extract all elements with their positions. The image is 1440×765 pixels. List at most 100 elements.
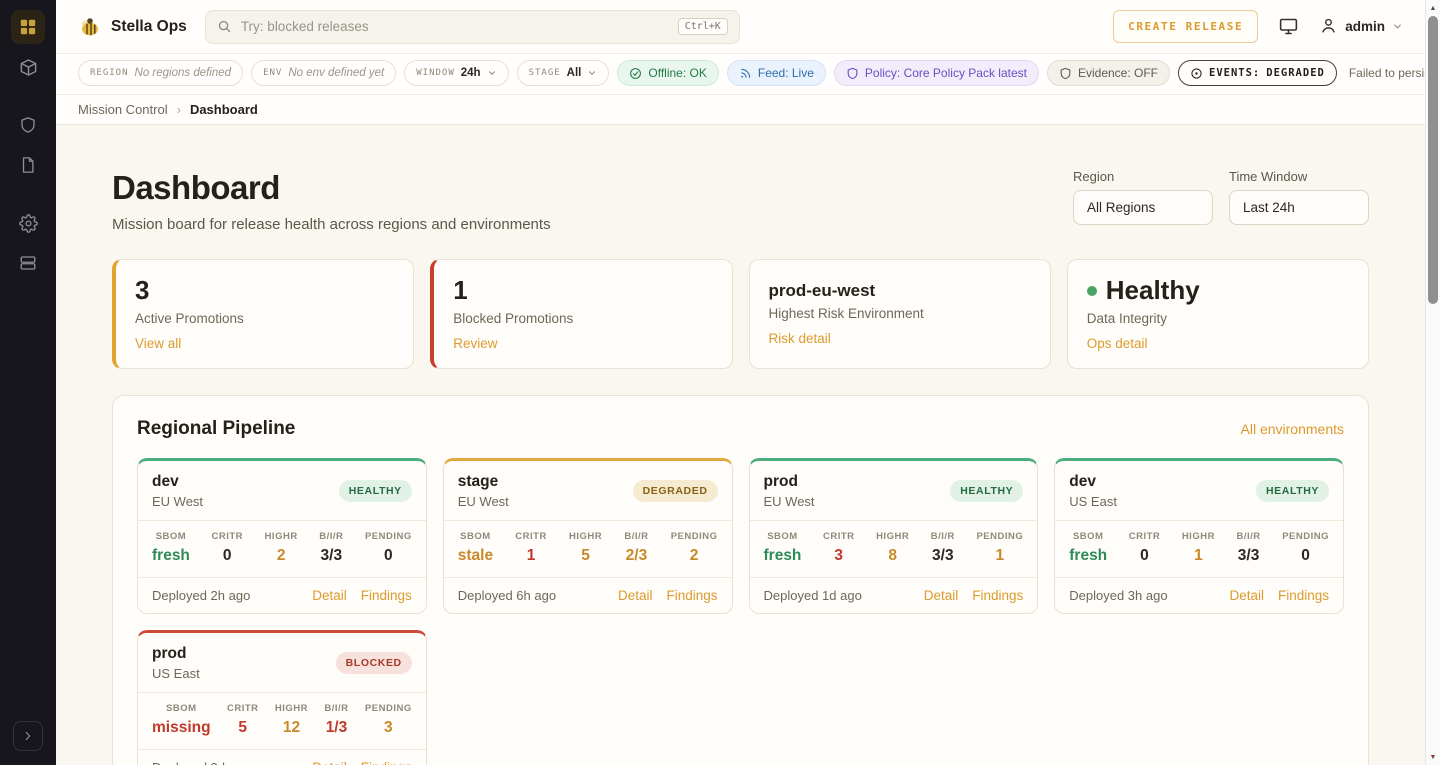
- env-name: prod: [152, 645, 200, 663]
- grid-icon: [19, 18, 37, 36]
- detail-link[interactable]: Detail: [924, 588, 959, 603]
- region-select[interactable]: All Regions: [1073, 190, 1213, 225]
- ops-detail-link[interactable]: Ops detail: [1087, 336, 1148, 351]
- search-icon: [217, 19, 232, 34]
- window-context-pill[interactable]: WINDOW 24h: [404, 60, 508, 86]
- package-icon: [19, 58, 38, 77]
- metric-sbom: fresh: [152, 547, 190, 565]
- breadcrumb-mission-control[interactable]: Mission Control: [78, 102, 168, 117]
- metric-pending: 3: [365, 719, 412, 737]
- metric-bir: 3/3: [319, 547, 343, 565]
- pipeline-card-prod-eu-west: prod EU West HEALTHY SBOMfresh CRITR3 HI…: [749, 458, 1039, 614]
- metric-header-highr: HIGHR: [569, 531, 602, 542]
- app-root: Stella Ops Ctrl+K CREATE RELEASE admin: [0, 0, 1425, 765]
- highest-risk-value: prod-eu-west: [769, 275, 1031, 301]
- env-name: dev: [1069, 473, 1117, 491]
- sidebar-item-releases[interactable]: [11, 50, 45, 84]
- regional-pipeline-panel: Regional Pipeline All environments dev E…: [112, 395, 1369, 765]
- search-input[interactable]: [241, 19, 669, 34]
- metric-header-critr: CRITR: [227, 703, 259, 714]
- top-bar: Stella Ops Ctrl+K CREATE RELEASE admin: [56, 0, 1425, 54]
- scrollbar[interactable]: ▲ ▼: [1425, 0, 1440, 765]
- metric-header-bir: B/I/R: [324, 703, 348, 714]
- page-title: Dashboard: [112, 169, 551, 207]
- blocked-promotions-value: 1: [453, 275, 712, 306]
- main-column: Stella Ops Ctrl+K CREATE RELEASE admin: [56, 0, 1425, 765]
- breadcrumb: Mission Control › Dashboard: [56, 95, 1425, 125]
- sidebar-item-reports[interactable]: [11, 148, 45, 182]
- metric-header-pending: PENDING: [976, 531, 1023, 542]
- metric-header-bir: B/I/R: [624, 531, 648, 542]
- metric-header-bir: B/I/R: [931, 531, 955, 542]
- findings-link[interactable]: Findings: [361, 588, 412, 603]
- sidebar-item-security[interactable]: [11, 108, 45, 142]
- findings-link[interactable]: Findings: [361, 760, 412, 765]
- env-context-pill: ENV No env defined yet: [251, 60, 396, 86]
- region-filter: Region All Regions: [1073, 169, 1213, 225]
- chevron-down-icon: [487, 68, 497, 78]
- metric-sbom: missing: [152, 719, 211, 737]
- display-toggle-button[interactable]: [1278, 16, 1299, 37]
- status-badge: HEALTHY: [950, 480, 1023, 502]
- metric-pending: 1: [976, 547, 1023, 565]
- metric-header-critr: CRITR: [211, 531, 243, 542]
- scroll-down-arrow[interactable]: ▼: [1426, 750, 1440, 764]
- time-window-filter-label: Time Window: [1229, 169, 1369, 184]
- metric-header-sbom: SBOM: [152, 703, 211, 714]
- scroll-up-arrow[interactable]: ▲: [1426, 1, 1440, 15]
- regional-pipeline-title: Regional Pipeline: [137, 418, 295, 440]
- region-name: US East: [1069, 494, 1117, 509]
- detail-link[interactable]: Detail: [1229, 588, 1264, 603]
- metric-header-critr: CRITR: [823, 531, 855, 542]
- deployed-text: Deployed 3d ago: [152, 760, 250, 765]
- create-release-button[interactable]: CREATE RELEASE: [1113, 10, 1258, 43]
- findings-link[interactable]: Findings: [1278, 588, 1329, 603]
- region-name: EU West: [764, 494, 815, 509]
- status-badge: BLOCKED: [336, 652, 412, 674]
- page-filters: Region All Regions Time Window Last 24h: [1073, 169, 1369, 225]
- region-pill-value: No regions defined: [135, 67, 232, 79]
- findings-link[interactable]: Findings: [972, 588, 1023, 603]
- status-badge: HEALTHY: [339, 480, 412, 502]
- feed-status-chip: Feed: Live: [727, 60, 826, 86]
- window-pill-label: WINDOW: [416, 68, 455, 78]
- region-name: EU West: [458, 494, 509, 509]
- time-window-filter: Time Window Last 24h: [1229, 169, 1369, 225]
- region-name: EU West: [152, 494, 203, 509]
- events-status-chip: EVENTS: DEGRADED: [1178, 60, 1337, 86]
- metric-sbom: stale: [458, 547, 493, 565]
- metric-pending: 0: [365, 547, 412, 565]
- metric-header-pending: PENDING: [365, 531, 412, 542]
- events-label: EVENTS:: [1209, 67, 1260, 79]
- all-environments-link[interactable]: All environments: [1241, 421, 1345, 437]
- brand-name: Stella Ops: [111, 18, 187, 36]
- review-link[interactable]: Review: [453, 336, 497, 351]
- data-integrity-value-text: Healthy: [1106, 275, 1200, 306]
- circle-dot-icon: [1190, 67, 1203, 80]
- scrollbar-thumb[interactable]: [1428, 16, 1438, 304]
- blocked-promotions-card: 1 Blocked Promotions Review: [430, 259, 732, 369]
- time-window-select[interactable]: Last 24h: [1229, 190, 1369, 225]
- user-menu[interactable]: admin: [1319, 16, 1403, 38]
- stage-context-pill[interactable]: STAGE All: [517, 60, 610, 86]
- metric-sbom: fresh: [764, 547, 802, 565]
- detail-link[interactable]: Detail: [312, 588, 347, 603]
- check-circle-icon: [629, 67, 642, 80]
- findings-link[interactable]: Findings: [666, 588, 717, 603]
- sidebar-item-settings[interactable]: [11, 206, 45, 240]
- metric-header-pending: PENDING: [671, 531, 718, 542]
- sidebar-item-infrastructure[interactable]: [11, 246, 45, 280]
- policy-status-chip: Policy: Core Policy Pack latest: [834, 60, 1039, 86]
- env-name: prod: [764, 473, 815, 491]
- risk-detail-link[interactable]: Risk detail: [769, 331, 831, 346]
- breadcrumb-separator-icon: ›: [177, 102, 181, 117]
- detail-link[interactable]: Detail: [618, 588, 653, 603]
- sidebar-expand-button[interactable]: [13, 721, 43, 751]
- metric-header-sbom: SBOM: [1069, 531, 1107, 542]
- offline-status-chip: Offline: OK: [617, 60, 718, 86]
- sidebar-item-dashboard[interactable]: [11, 10, 45, 44]
- detail-link[interactable]: Detail: [312, 760, 347, 765]
- healthy-dot-icon: [1087, 286, 1097, 296]
- page-subtitle: Mission board for release health across …: [112, 216, 551, 233]
- view-all-link[interactable]: View all: [135, 336, 181, 351]
